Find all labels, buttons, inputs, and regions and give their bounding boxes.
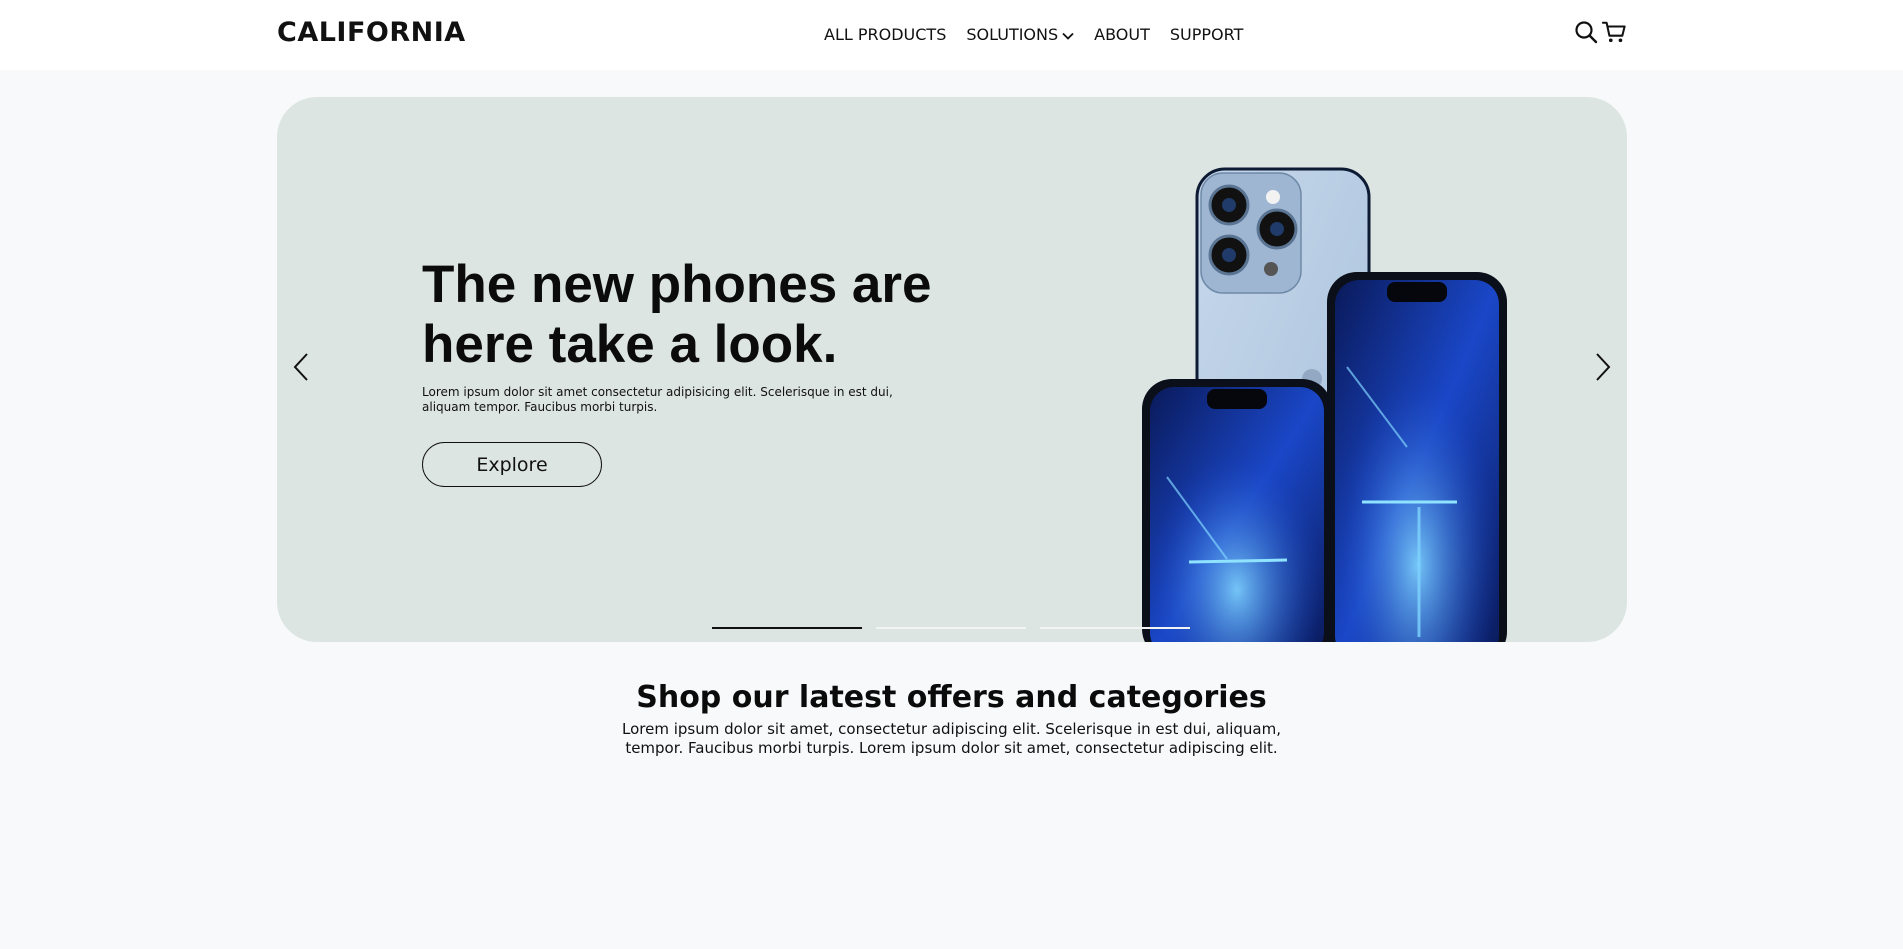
- brand-logo[interactable]: CALIFORNIA: [277, 16, 466, 50]
- phones-image: [1142, 167, 1507, 642]
- nav-label: ABOUT: [1094, 25, 1150, 44]
- hero-carousel: The new phones are here take a look. Lor…: [277, 97, 1627, 642]
- hero-title: The new phones are here take a look.: [422, 255, 932, 374]
- nav-label: ALL PRODUCTS: [824, 25, 947, 44]
- chevron-down-icon: [1062, 22, 1074, 48]
- carousel-next-arrow-icon[interactable]: [1588, 347, 1618, 387]
- nav-label: SOLUTIONS: [966, 25, 1059, 44]
- carousel-dot-3[interactable]: [1040, 627, 1190, 629]
- cart-icon[interactable]: [1602, 20, 1626, 44]
- main-nav: ALL PRODUCTS SOLUTIONS ABOUT SUPPORT: [824, 22, 1243, 48]
- carousel-prev-arrow-icon[interactable]: [286, 347, 316, 387]
- nav-label: SUPPORT: [1169, 25, 1244, 44]
- carousel-dot-1[interactable]: [712, 627, 862, 629]
- header-actions: [1574, 20, 1626, 44]
- site-header: CALIFORNIA ALL PRODUCTS SOLUTIONS ABOUT …: [0, 0, 1903, 70]
- search-icon[interactable]: [1574, 20, 1598, 44]
- nav-item-about[interactable]: ABOUT: [1094, 22, 1150, 48]
- carousel-dot-2[interactable]: [876, 627, 1026, 629]
- section-title: Shop our latest offers and categories: [636, 680, 1267, 715]
- explore-button[interactable]: Explore: [422, 442, 602, 487]
- hero-description: Lorem ipsum dolor sit amet consectetur a…: [422, 385, 893, 414]
- nav-item-all-products[interactable]: ALL PRODUCTS: [824, 22, 946, 48]
- nav-item-support[interactable]: SUPPORT: [1170, 22, 1243, 48]
- nav-item-solutions[interactable]: SOLUTIONS: [966, 22, 1074, 48]
- carousel-indicators: [712, 627, 1190, 629]
- section-description: Lorem ipsum dolor sit amet, consectetur …: [622, 720, 1281, 757]
